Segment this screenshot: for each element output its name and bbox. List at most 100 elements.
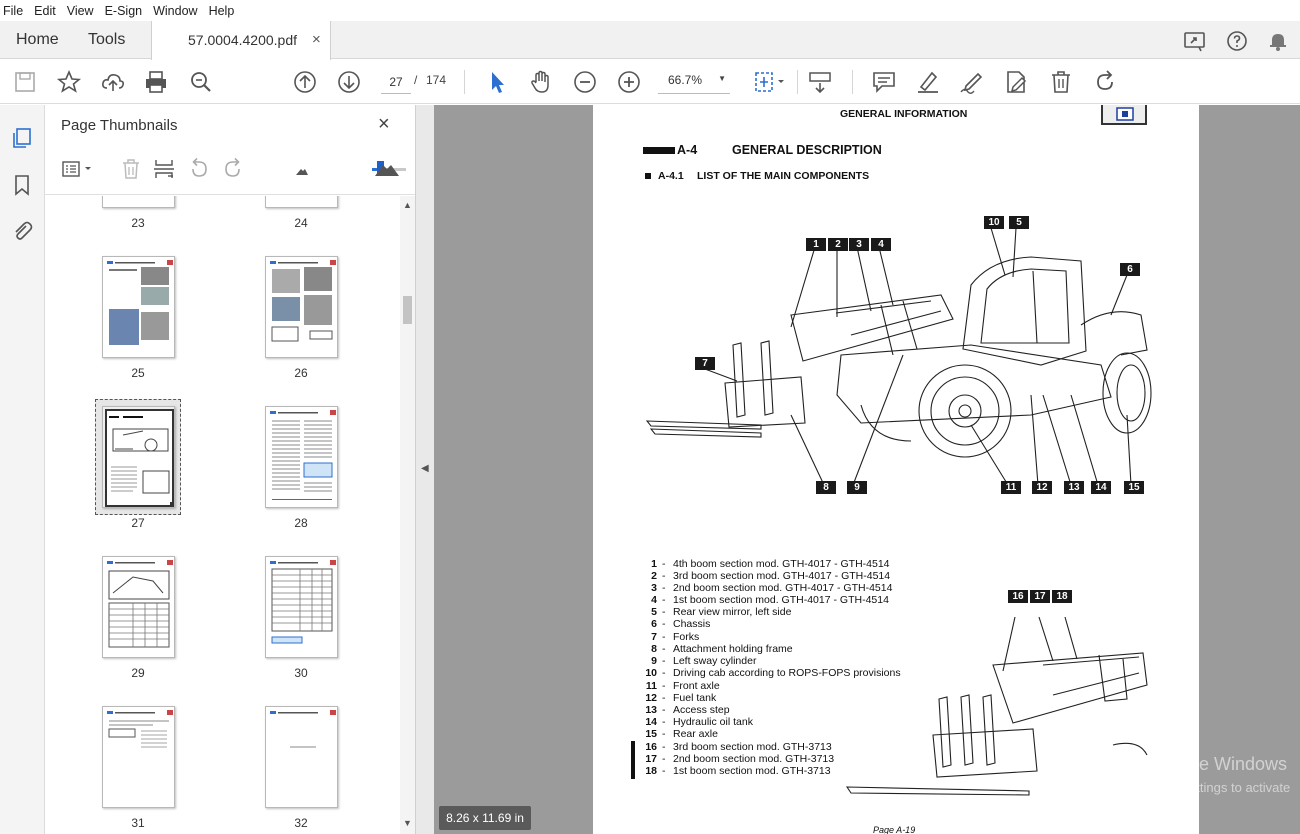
thumbnail-small-icon[interactable] <box>290 157 314 181</box>
page-thumbnail[interactable] <box>265 196 338 208</box>
document-view[interactable]: GENERAL INFORMATION A-4 GENERAL DESCRIPT… <box>416 105 1300 834</box>
callout-label: 16 <box>1008 590 1028 603</box>
upload-cloud-icon[interactable] <box>99 68 127 96</box>
scroll-mode-icon[interactable] <box>806 68 834 96</box>
tab-tools[interactable]: Tools <box>88 21 125 59</box>
delete-page-icon[interactable] <box>119 157 143 181</box>
callout-label: 14 <box>1091 481 1111 494</box>
activate-windows-subtext: Go to Settings to activate <box>1145 780 1291 795</box>
select-cursor-icon[interactable] <box>483 68 511 96</box>
page-thumbnail-selected[interactable] <box>102 406 175 508</box>
menu-help[interactable]: Help <box>209 4 235 18</box>
page-thumbnail[interactable] <box>265 406 338 508</box>
extract-pages-icon[interactable] <box>152 157 176 181</box>
panel-title: Page Thumbnails <box>61 117 178 134</box>
menu-esign[interactable]: E-Sign <box>105 4 143 18</box>
share-screen-icon[interactable] <box>1183 29 1207 53</box>
callout-label: 15 <box>1124 481 1144 494</box>
fill-sign-icon[interactable] <box>958 68 986 96</box>
zoom-in-icon[interactable] <box>615 68 643 96</box>
page-number-input[interactable] <box>381 70 411 94</box>
page-thumbnail[interactable] <box>265 556 338 658</box>
thumbnail-list: 23 24 25 26 27 28 29 30 31 32 <box>45 196 400 834</box>
page-thumbnail[interactable] <box>102 706 175 808</box>
total-pages: 174 <box>426 73 447 87</box>
left-icon-rail <box>0 105 45 834</box>
scroll-down-arrow-icon[interactable]: ▼ <box>403 818 412 828</box>
page-thumbnail[interactable] <box>102 256 175 358</box>
page-footer: Page A-19 <box>873 825 916 834</box>
menu-view[interactable]: View <box>67 4 94 18</box>
tab-bar: Home Tools 57.0004.4200.pdf × <box>0 21 1300 60</box>
fit-page-icon[interactable] <box>751 68 787 96</box>
page-size-badge: 8.26 x 11.69 in <box>439 806 531 830</box>
toolbar-divider <box>852 70 853 94</box>
callout-label: 18 <box>1052 590 1072 603</box>
main-toolbar: / 174 66.7% ▼ <box>0 60 1300 104</box>
telehandler-boom-illustration <box>845 616 1148 796</box>
print-icon[interactable] <box>142 68 170 96</box>
save-icon[interactable] <box>11 68 39 96</box>
thumbnail-large-icon[interactable] <box>374 157 400 181</box>
callout-label: 1 <box>806 238 826 251</box>
bookmarks-icon[interactable] <box>10 173 34 197</box>
tab-document[interactable]: 57.0004.4200.pdf × <box>151 21 331 60</box>
chevron-left-icon[interactable]: ◀ <box>421 463 429 474</box>
menu-edit[interactable]: Edit <box>34 4 56 18</box>
scrollbar-thumb[interactable] <box>403 296 412 324</box>
callout-label: 11 <box>1001 481 1021 494</box>
page-header: GENERAL INFORMATION <box>840 108 968 120</box>
page-thumbnail[interactable] <box>102 196 175 208</box>
thumbnail-label: 26 <box>294 366 308 380</box>
menu-window[interactable]: Window <box>153 4 197 18</box>
callout-label: 12 <box>1032 481 1052 494</box>
page-thumbnail[interactable] <box>102 556 175 658</box>
thumbnail-label: 29 <box>131 666 145 680</box>
highlight-pen-icon[interactable] <box>914 68 942 96</box>
callout-label: 4 <box>871 238 891 251</box>
find-zoom-icon[interactable] <box>187 68 215 96</box>
menu-bar: File Edit View E-Sign Window Help <box>0 0 1300 21</box>
close-panel-icon[interactable]: × <box>378 113 390 136</box>
page-thumbnails-icon[interactable] <box>10 126 34 150</box>
section-number: A-4 <box>677 143 698 157</box>
rotate-counterclockwise-icon[interactable] <box>187 157 211 181</box>
tab-home[interactable]: Home <box>16 21 59 59</box>
comment-icon[interactable] <box>870 68 898 96</box>
callout-label: 17 <box>1030 590 1050 603</box>
rotate-icon[interactable] <box>1091 68 1119 96</box>
page-separator: / <box>414 73 418 87</box>
section-marker <box>643 147 675 154</box>
attachments-paperclip-icon[interactable] <box>10 219 34 243</box>
zoom-out-icon[interactable] <box>571 68 599 96</box>
hand-tool-icon[interactable] <box>527 68 555 96</box>
thumbnail-label: 24 <box>294 216 308 230</box>
menu-file[interactable]: File <box>3 4 23 18</box>
notification-bell-icon[interactable] <box>1266 29 1290 53</box>
thumbnail-label: 27 <box>131 516 145 530</box>
next-page-icon[interactable] <box>335 68 363 96</box>
thumbnail-scrollbar[interactable]: ▲ ▼ <box>400 196 415 834</box>
thumbnail-options-icon[interactable] <box>61 157 95 181</box>
page-thumbnail[interactable] <box>265 706 338 808</box>
collapse-panel-handle[interactable]: ◀ <box>416 105 434 834</box>
help-icon[interactable] <box>1225 29 1249 53</box>
callout-label: 3 <box>849 238 869 251</box>
delete-trash-icon[interactable] <box>1047 68 1075 96</box>
edit-pdf-icon[interactable] <box>1002 68 1030 96</box>
zoom-level-select[interactable]: 66.7% ▼ <box>658 70 730 94</box>
callout-label: 9 <box>847 481 867 494</box>
section-title: GENERAL DESCRIPTION <box>732 143 882 157</box>
callout-label: 2 <box>828 238 848 251</box>
previous-page-icon[interactable] <box>291 68 319 96</box>
zoom-value: 66.7% <box>668 73 703 87</box>
close-tab-icon[interactable]: × <box>312 21 321 59</box>
manufacturer-logo <box>1101 105 1147 125</box>
page-thumbnail[interactable] <box>265 256 338 358</box>
toolbar-divider <box>797 70 798 94</box>
thumbnail-label: 30 <box>294 666 308 680</box>
bookmark-star-icon[interactable] <box>55 68 83 96</box>
rotate-clockwise-icon[interactable] <box>221 157 245 181</box>
scroll-up-arrow-icon[interactable]: ▲ <box>403 200 412 210</box>
thumbnail-label: 23 <box>131 216 145 230</box>
